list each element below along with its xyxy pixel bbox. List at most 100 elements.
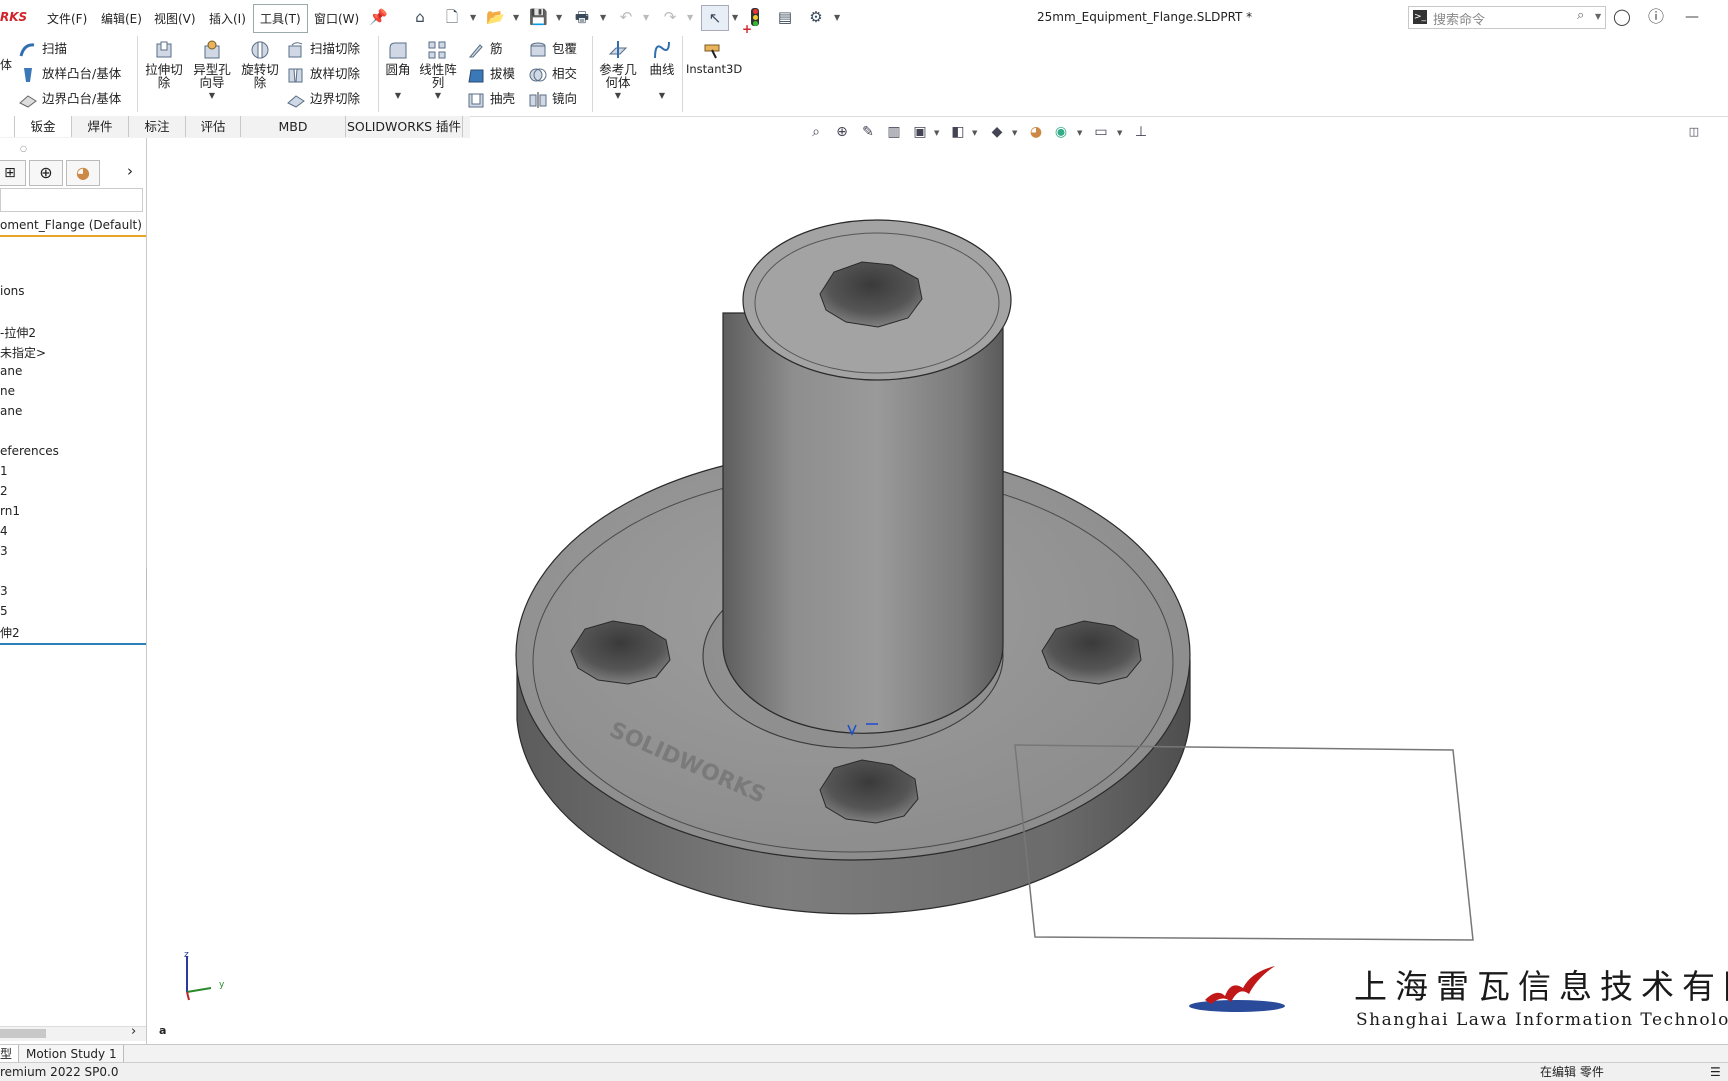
rebuild-traffic-light-icon[interactable] xyxy=(751,8,759,26)
menu-insert[interactable]: 插入(I) xyxy=(209,10,246,27)
status-menu-icon[interactable]: ☰ xyxy=(1710,1063,1721,1081)
chevron-down-icon[interactable]: ▼ xyxy=(1117,129,1122,137)
chevron-down-icon[interactable]: ▼ xyxy=(382,89,414,102)
minimize-icon[interactable]: — xyxy=(1682,7,1702,27)
configuration-manager-tab-icon[interactable]: ⊕ xyxy=(29,160,63,186)
loft-boss-button[interactable]: 放样凸台/基体 xyxy=(18,63,121,84)
chevron-down-icon[interactable]: ▼ xyxy=(834,13,840,22)
draft-button[interactable]: 拔模 xyxy=(466,63,515,84)
tab-markup[interactable]: 标注 xyxy=(129,116,186,137)
wrap-button[interactable]: 包覆 xyxy=(528,38,577,59)
undo-icon[interactable]: ↶ xyxy=(617,8,635,26)
home-icon[interactable]: ⌂ xyxy=(411,8,429,26)
filter-input[interactable] xyxy=(0,188,143,212)
help-icon[interactable]: ⓘ xyxy=(1646,7,1666,27)
tab-evaluate[interactable]: 评估 xyxy=(186,116,241,137)
instant3d-button[interactable]: Instant3D xyxy=(686,40,742,76)
property-manager-tab-icon[interactable]: ⊞ xyxy=(0,160,26,186)
graphics-area[interactable]: SOLIDWORKS z y a 上海雷瓦信息技术有限 Shanghai Law… xyxy=(147,138,1728,1044)
tree-item[interactable]: 5 xyxy=(0,604,8,618)
tree-item[interactable]: ane xyxy=(0,364,22,378)
tree-item[interactable]: 2 xyxy=(0,484,8,498)
menu-window[interactable]: 窗口(W) xyxy=(314,10,359,27)
chevron-down-icon[interactable]: ▼ xyxy=(1012,129,1017,137)
boundary-cut-button[interactable]: 边界切除 xyxy=(286,88,360,109)
tree-item[interactable]: ane xyxy=(0,404,22,418)
chevron-down-icon[interactable]: ▼ xyxy=(643,13,649,22)
gear-icon[interactable]: ⚙ xyxy=(807,8,825,26)
tab-solidworks-addins[interactable]: SOLIDWORKS 插件 xyxy=(346,116,463,137)
select-cursor-icon[interactable]: ↖ xyxy=(701,5,729,31)
chevron-down-icon[interactable]: ▼ xyxy=(687,13,693,22)
rib-button[interactable]: 筋 xyxy=(466,38,503,59)
menu-edit[interactable]: 编辑(E) xyxy=(101,10,142,27)
file-properties-icon[interactable]: ▤ xyxy=(776,8,794,26)
tab-weldments[interactable]: 焊件 xyxy=(72,116,129,137)
chevron-down-icon[interactable]: ▼ xyxy=(1077,129,1082,137)
search-icon[interactable]: ⌕ xyxy=(1577,8,1584,23)
tab-model[interactable]: 型 xyxy=(0,1045,20,1063)
chevron-down-icon[interactable]: ▼ xyxy=(644,89,680,102)
chevron-down-icon[interactable]: ▼ xyxy=(416,89,460,102)
menu-tools[interactable]: 工具(T) xyxy=(253,4,308,33)
chevron-down-icon[interactable]: ▼ xyxy=(556,13,562,22)
print-icon[interactable]: 🖶 xyxy=(573,8,591,26)
intersect-button[interactable]: 相交 xyxy=(528,63,577,84)
tree-root-part[interactable]: oment_Flange (Default) < xyxy=(0,218,156,232)
chevron-down-icon[interactable]: ▼ xyxy=(513,13,519,22)
chevron-down-icon[interactable]: ▼ xyxy=(934,129,939,137)
chevron-down-icon[interactable]: ▼ xyxy=(596,89,640,102)
tab-partial[interactable] xyxy=(0,116,15,137)
tree-item[interactable]: rn1 xyxy=(0,504,20,518)
flange-model[interactable]: SOLIDWORKS xyxy=(147,138,1728,1044)
menu-file[interactable]: 文件(F) xyxy=(47,10,87,27)
hole-wizard-button[interactable]: 异型孔 向导 ▼ xyxy=(190,40,234,102)
shell-button[interactable]: 抽壳 xyxy=(466,88,515,109)
tree-item[interactable]: 未指定> xyxy=(0,344,46,361)
chevron-down-icon[interactable]: ▼ xyxy=(972,129,977,137)
menu-view[interactable]: 视图(V) xyxy=(154,10,196,27)
new-document-icon[interactable]: 🗋 xyxy=(443,8,461,26)
sweep-boss-button[interactable]: 扫描 xyxy=(18,38,67,59)
tree-item[interactable]: -拉伸2 xyxy=(0,324,36,341)
tab-sheet-metal[interactable]: 钣金 xyxy=(15,116,72,137)
swept-cut-button[interactable]: 扫描切除 xyxy=(286,38,360,59)
fillet-button[interactable]: 圆角 ▼ xyxy=(382,40,414,102)
open-folder-icon[interactable]: 📂 xyxy=(486,8,505,26)
search-commands-input[interactable]: >_ 搜索命令 ⌕ ▼ xyxy=(1408,6,1606,29)
user-account-icon[interactable]: ◯ xyxy=(1612,7,1632,27)
chevron-right-icon[interactable]: › xyxy=(127,162,133,180)
chevron-down-icon[interactable]: ▼ xyxy=(1595,12,1601,21)
display-manager-tab-icon[interactable]: ◕ xyxy=(66,160,100,186)
tree-item[interactable]: 4 xyxy=(0,524,8,538)
reference-geometry-button[interactable]: 参考几 何体 ▼ xyxy=(596,40,640,102)
linear-pattern-button[interactable]: 线性阵 列 ▼ xyxy=(416,40,460,102)
boundary-boss-button[interactable]: 边界凸台/基体 xyxy=(18,88,121,109)
chevron-down-icon[interactable]: ▼ xyxy=(190,89,234,102)
mirror-button[interactable]: 镜向 xyxy=(528,88,577,109)
pin-icon[interactable]: 📌 xyxy=(369,8,388,26)
tree-item[interactable]: ions xyxy=(0,284,25,298)
tree-item[interactable]: 3 xyxy=(0,544,8,558)
scrollbar-thumb[interactable] xyxy=(0,1029,46,1038)
chevron-down-icon[interactable]: ▼ xyxy=(732,13,738,22)
tree-item[interactable]: ne xyxy=(0,384,15,398)
tree-item[interactable]: eferences xyxy=(0,444,59,458)
chevron-right-icon[interactable]: › xyxy=(131,1024,136,1039)
redo-icon[interactable]: ↷ xyxy=(661,8,679,26)
panel-grip-icon[interactable]: ○ xyxy=(20,144,27,153)
horizontal-scrollbar[interactable]: › xyxy=(0,1024,146,1041)
tab-motion-study[interactable]: Motion Study 1 xyxy=(20,1045,124,1063)
chevron-down-icon[interactable]: ▼ xyxy=(470,13,476,22)
curves-button[interactable]: 曲线 ▼ xyxy=(644,40,680,102)
tree-item[interactable]: 伸2 xyxy=(0,624,20,641)
rollback-bar[interactable] xyxy=(0,643,146,645)
chevron-down-icon[interactable]: ▼ xyxy=(600,13,606,22)
save-icon[interactable]: 💾 xyxy=(529,8,548,26)
revolved-cut-button[interactable]: 旋转切 除 xyxy=(238,40,282,89)
lofted-cut-button[interactable]: 放样切除 xyxy=(286,63,360,84)
extruded-cut-button[interactable]: 拉伸切 除 xyxy=(142,40,186,89)
tree-item[interactable]: 1 xyxy=(0,464,8,478)
tree-item[interactable]: 3 xyxy=(0,584,8,598)
tab-mbd-dimensions[interactable]: MBD Dimensions xyxy=(241,116,346,155)
